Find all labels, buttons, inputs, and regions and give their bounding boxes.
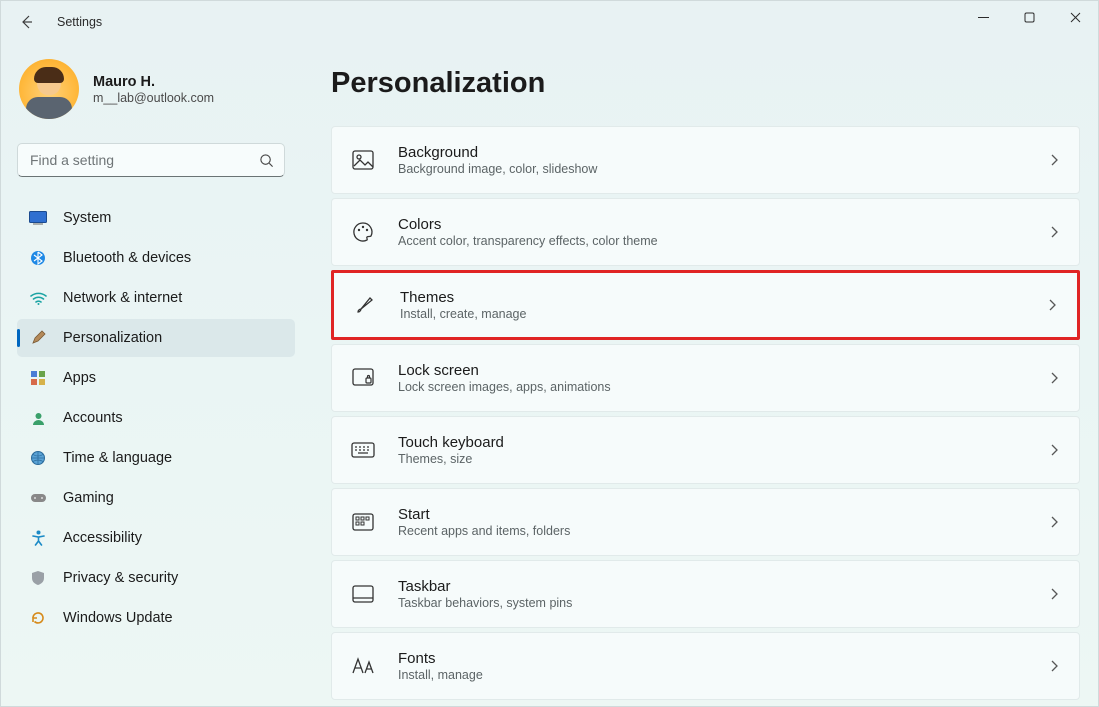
card-subtitle: Accent color, transparency effects, colo… bbox=[398, 234, 658, 248]
nav-label: Personalization bbox=[63, 330, 162, 346]
paintbrush-icon bbox=[29, 330, 47, 346]
back-button[interactable] bbox=[13, 8, 41, 36]
brush-icon bbox=[352, 292, 378, 318]
nav-network[interactable]: Network & internet bbox=[17, 279, 295, 317]
card-subtitle: Background image, color, slideshow bbox=[398, 162, 597, 176]
card-fonts[interactable]: Fonts Install, manage bbox=[331, 632, 1080, 700]
minimize-icon bbox=[978, 12, 989, 23]
card-lock-screen[interactable]: Lock screen Lock screen images, apps, an… bbox=[331, 344, 1080, 412]
search-icon bbox=[259, 153, 274, 168]
card-subtitle: Install, create, manage bbox=[400, 307, 526, 321]
page-title: Personalization bbox=[331, 67, 1080, 100]
nav-label: Windows Update bbox=[63, 610, 173, 626]
gamepad-icon bbox=[29, 492, 47, 504]
card-colors[interactable]: Colors Accent color, transparency effect… bbox=[331, 198, 1080, 266]
nav-label: Gaming bbox=[63, 490, 114, 506]
window-title: Settings bbox=[57, 15, 102, 29]
fonts-icon bbox=[350, 653, 376, 679]
user-name: Mauro H. bbox=[93, 74, 214, 90]
card-themes[interactable]: Themes Install, create, manage bbox=[331, 270, 1080, 340]
card-title: Background bbox=[398, 144, 597, 161]
chevron-right-icon bbox=[1049, 515, 1059, 529]
chevron-right-icon bbox=[1049, 225, 1059, 239]
person-icon bbox=[29, 411, 47, 426]
maximize-button[interactable] bbox=[1006, 1, 1052, 33]
nav-bluetooth[interactable]: Bluetooth & devices bbox=[17, 239, 295, 277]
bluetooth-icon bbox=[29, 250, 47, 266]
nav-label: Privacy & security bbox=[63, 570, 178, 586]
chevron-right-icon bbox=[1047, 298, 1057, 312]
nav-privacy[interactable]: Privacy & security bbox=[17, 559, 295, 597]
nav-label: Time & language bbox=[63, 450, 172, 466]
taskbar-icon bbox=[350, 581, 376, 607]
card-title: Lock screen bbox=[398, 362, 611, 379]
nav-label: Apps bbox=[63, 370, 96, 386]
arrow-left-icon bbox=[19, 14, 35, 30]
nav-accounts[interactable]: Accounts bbox=[17, 399, 295, 437]
chevron-right-icon bbox=[1049, 587, 1059, 601]
card-subtitle: Themes, size bbox=[398, 452, 504, 466]
user-card[interactable]: Mauro H. m__lab@outlook.com bbox=[17, 57, 295, 123]
settings-window: Settings Mauro H. m__lab@outlook.com bbox=[0, 0, 1099, 707]
card-subtitle: Taskbar behaviors, system pins bbox=[398, 596, 572, 610]
close-icon bbox=[1070, 12, 1081, 23]
chevron-right-icon bbox=[1049, 153, 1059, 167]
card-start[interactable]: Start Recent apps and items, folders bbox=[331, 488, 1080, 556]
nav-windows-update[interactable]: Windows Update bbox=[17, 599, 295, 637]
nav-system[interactable]: System bbox=[17, 199, 295, 237]
keyboard-icon bbox=[350, 437, 376, 463]
card-title: Taskbar bbox=[398, 578, 572, 595]
nav-apps[interactable]: Apps bbox=[17, 359, 295, 397]
nav-personalization[interactable]: Personalization bbox=[17, 319, 295, 357]
chevron-right-icon bbox=[1049, 443, 1059, 457]
card-title: Themes bbox=[400, 289, 526, 306]
title-bar: Settings bbox=[1, 1, 1098, 43]
system-icon bbox=[29, 211, 47, 225]
close-button[interactable] bbox=[1052, 1, 1098, 33]
card-background[interactable]: Background Background image, color, slid… bbox=[331, 126, 1080, 194]
card-title: Colors bbox=[398, 216, 658, 233]
globe-clock-icon bbox=[29, 450, 47, 466]
nav-label: Bluetooth & devices bbox=[63, 250, 191, 266]
nav-label: Accessibility bbox=[63, 530, 142, 546]
card-title: Start bbox=[398, 506, 570, 523]
card-subtitle: Install, manage bbox=[398, 668, 483, 682]
chevron-right-icon bbox=[1049, 371, 1059, 385]
main-content: Personalization Background Background im… bbox=[303, 43, 1098, 706]
search-input[interactable] bbox=[28, 151, 259, 169]
card-subtitle: Recent apps and items, folders bbox=[398, 524, 570, 538]
card-subtitle: Lock screen images, apps, animations bbox=[398, 380, 611, 394]
search-box[interactable] bbox=[17, 143, 285, 177]
sidebar: Mauro H. m__lab@outlook.com System Bluet… bbox=[1, 43, 303, 706]
window-controls bbox=[960, 1, 1098, 33]
minimize-button[interactable] bbox=[960, 1, 1006, 33]
chevron-right-icon bbox=[1049, 659, 1059, 673]
shield-icon bbox=[29, 570, 47, 586]
user-email: m__lab@outlook.com bbox=[93, 91, 214, 105]
nav-label: Accounts bbox=[63, 410, 123, 426]
nav: System Bluetooth & devices Network & int… bbox=[17, 199, 295, 637]
update-icon bbox=[29, 610, 47, 626]
image-icon bbox=[350, 147, 376, 173]
apps-icon bbox=[29, 371, 47, 386]
lock-screen-icon bbox=[350, 365, 376, 391]
accessibility-icon bbox=[29, 530, 47, 546]
card-title: Fonts bbox=[398, 650, 483, 667]
card-title: Touch keyboard bbox=[398, 434, 504, 451]
nav-time-language[interactable]: Time & language bbox=[17, 439, 295, 477]
avatar bbox=[19, 59, 79, 119]
nav-label: Network & internet bbox=[63, 290, 182, 306]
card-touch-keyboard[interactable]: Touch keyboard Themes, size bbox=[331, 416, 1080, 484]
nav-label: System bbox=[63, 210, 111, 226]
palette-icon bbox=[350, 219, 376, 245]
card-taskbar[interactable]: Taskbar Taskbar behaviors, system pins bbox=[331, 560, 1080, 628]
start-icon bbox=[350, 509, 376, 535]
wifi-icon bbox=[29, 291, 47, 305]
maximize-icon bbox=[1024, 12, 1035, 23]
nav-accessibility[interactable]: Accessibility bbox=[17, 519, 295, 557]
nav-gaming[interactable]: Gaming bbox=[17, 479, 295, 517]
